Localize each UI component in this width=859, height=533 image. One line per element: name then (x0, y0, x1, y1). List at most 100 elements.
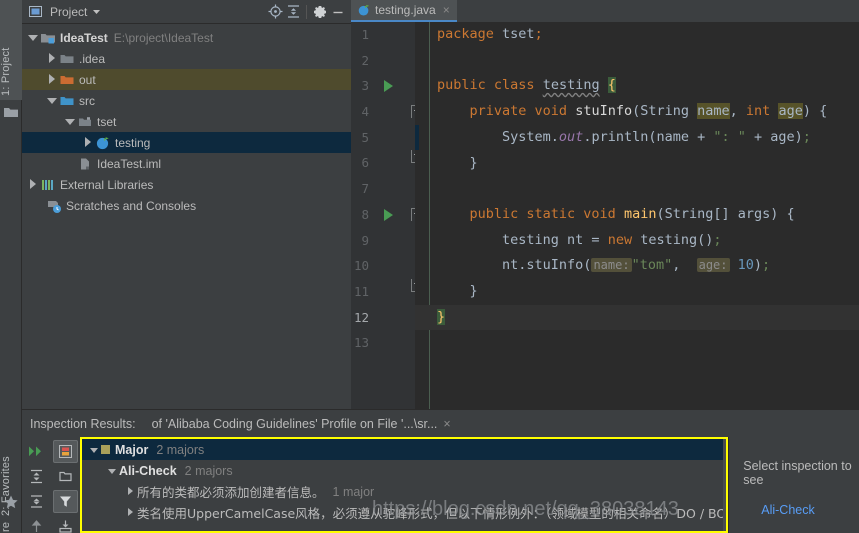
folder-out-icon (59, 72, 75, 88)
code-editor[interactable]: 1 2 3 4 5 6 7 8 9 10 11 12 13 package ts… (351, 22, 859, 409)
locate-icon[interactable] (266, 3, 284, 21)
inspection-profile-tab[interactable]: of 'Alibaba Coding Guidelines' Profile o… (152, 417, 451, 431)
close-icon[interactable]: × (443, 417, 450, 431)
inspection-header: Inspection Results: of 'Alibaba Coding G… (22, 410, 859, 437)
chevron-right-icon[interactable] (125, 507, 137, 519)
inspection-label: Major (115, 442, 149, 457)
line-number: 4 (361, 104, 369, 120)
gutter-row: 2 (351, 48, 415, 74)
editor-gutter[interactable]: 1 2 3 4 5 6 7 8 9 10 11 12 13 (351, 22, 422, 409)
previous-occurrence-icon[interactable] (24, 515, 49, 533)
tree-node-idea[interactable]: .idea (22, 48, 351, 69)
sidebar-tab-project[interactable]: 1: Project (0, 0, 22, 100)
tree-node-testing[interactable]: testing (22, 132, 351, 153)
tree-label: tset (97, 114, 117, 129)
code-line-10[interactable]: nt.stuInfo(name: "tom", age: 10); (415, 253, 859, 279)
code-line-4[interactable]: private void stuInfo(String name, int ag… (415, 99, 859, 125)
editor-tab-testing-java[interactable]: testing.java × (351, 0, 457, 22)
inspection-item-camelcase[interactable]: 类名使用UpperCamelCase风格，必须遵从驼峰形式，但以下情形例外：（领… (82, 502, 726, 523)
run-method-icon[interactable] (384, 208, 393, 221)
code-line-5[interactable]: System.out.println(name + ": " + age); (415, 125, 859, 151)
inspection-profile-tab-label: of 'Alibaba Coding Guidelines' Profile o… (151, 416, 438, 431)
code-text-area[interactable]: package tset; public class testing { pri… (415, 22, 859, 409)
project-panel: Project IdeaTest E:\project\IdeaTest .id… (22, 0, 351, 409)
project-tree[interactable]: IdeaTest E:\project\IdeaTest .idea out s… (22, 24, 351, 409)
gutter-row: 8 (351, 202, 422, 228)
code-line-3[interactable]: public class testing { (415, 73, 859, 99)
tree-node-iml[interactable]: IdeaTest.iml (22, 153, 351, 174)
inspection-group-major[interactable]: Major 2 majors (82, 439, 727, 460)
run-class-icon[interactable] (384, 80, 393, 93)
gutter-row: 4 (351, 99, 422, 125)
line-number: 3 (361, 78, 369, 94)
sidebar-tab-structure[interactable]: re (0, 516, 22, 533)
export-icon[interactable] (53, 465, 78, 488)
code-line-8[interactable]: public static void main(String[] args) { (415, 202, 859, 228)
gutter-row: 12 (351, 305, 415, 331)
rerun-icon[interactable] (24, 440, 49, 463)
tree-label: out (79, 72, 96, 87)
sidebar-tab-structure-label: re (0, 521, 12, 532)
chevron-down-icon[interactable] (64, 116, 75, 127)
tree-label: External Libraries (60, 177, 154, 192)
filter-icon[interactable] (53, 490, 78, 513)
chevron-right-icon[interactable] (82, 137, 93, 148)
tree-node-scratches[interactable]: Scratches and Consoles (22, 195, 351, 216)
line-number: 11 (353, 283, 369, 299)
line-number: 7 (361, 181, 369, 197)
line-number: 6 (361, 155, 369, 171)
chevron-down-icon[interactable] (107, 465, 119, 477)
tree-node-ideatest[interactable]: IdeaTest E:\project\IdeaTest (22, 27, 351, 48)
chevron-down-icon[interactable] (27, 32, 38, 43)
inspection-label: 类名使用UpperCamelCase风格，必须遵从驼峰形式，但以下情形例外：（领… (137, 506, 727, 521)
tree-node-src[interactable]: src (22, 90, 351, 111)
tree-node-out[interactable]: out (22, 69, 351, 90)
scratches-icon (46, 198, 62, 214)
inspection-count: 2 majors (184, 463, 233, 478)
inspection-group-ali-check[interactable]: Ali-Check 2 majors (82, 460, 726, 481)
gutter-row: 6 (351, 150, 422, 176)
code-line-9[interactable]: testing nt = new testing(); (415, 228, 859, 254)
chevron-right-icon[interactable] (27, 179, 38, 190)
code-line-6[interactable]: } (415, 151, 859, 177)
chevron-right-icon[interactable] (125, 486, 137, 498)
severity-major-icon (101, 445, 110, 454)
collapse-all-icon[interactable] (284, 3, 302, 21)
minimize-icon[interactable] (329, 3, 347, 21)
line-number: 8 (361, 206, 369, 222)
inspection-tree[interactable]: Major 2 majors Ali-Check 2 majors 所有的类都必… (80, 437, 729, 533)
inspection-tree-scrollbar[interactable] (723, 439, 727, 531)
chevron-down-icon[interactable] (89, 444, 101, 456)
line-number: 10 (353, 258, 369, 274)
inspection-detail-link[interactable]: Ali-Check (761, 503, 859, 517)
inspection-item-creator-info[interactable]: 所有的类都必须添加创建者信息。 1 major (82, 481, 726, 502)
tree-label: testing (115, 135, 151, 150)
chevron-down-icon[interactable] (46, 95, 57, 106)
code-line-1[interactable]: package tset; (415, 22, 859, 48)
expand-all-icon[interactable] (24, 465, 49, 488)
tree-label: Scratches and Consoles (66, 198, 197, 213)
code-line-2[interactable] (415, 48, 859, 74)
code-line-13[interactable] (415, 330, 859, 356)
java-class-icon (95, 135, 111, 151)
toolbar-divider (306, 4, 307, 19)
ide-window: 1: Project 2: Favorites re Project IdeaT… (0, 0, 859, 533)
libraries-icon (40, 177, 56, 193)
chevron-down-icon[interactable] (87, 3, 105, 21)
autoscroll-icon[interactable] (53, 515, 78, 533)
code-line-12[interactable]: } (415, 304, 859, 331)
inspection-detail-text: Select inspection to see (743, 459, 852, 487)
close-icon[interactable]: × (443, 3, 450, 17)
code-line-7[interactable] (415, 176, 859, 202)
collapse-all-icon[interactable] (24, 490, 49, 513)
tree-node-tset[interactable]: tset (22, 111, 351, 132)
chevron-right-icon[interactable] (46, 74, 57, 85)
chevron-right-icon[interactable] (46, 53, 57, 64)
module-icon (40, 30, 56, 46)
code-line-11[interactable]: } (415, 279, 859, 305)
gear-icon[interactable] (311, 3, 329, 21)
inspection-toolbar[interactable] (22, 437, 80, 533)
group-by-severity-icon[interactable] (53, 440, 78, 463)
tree-node-external-libraries[interactable]: External Libraries (22, 174, 351, 195)
